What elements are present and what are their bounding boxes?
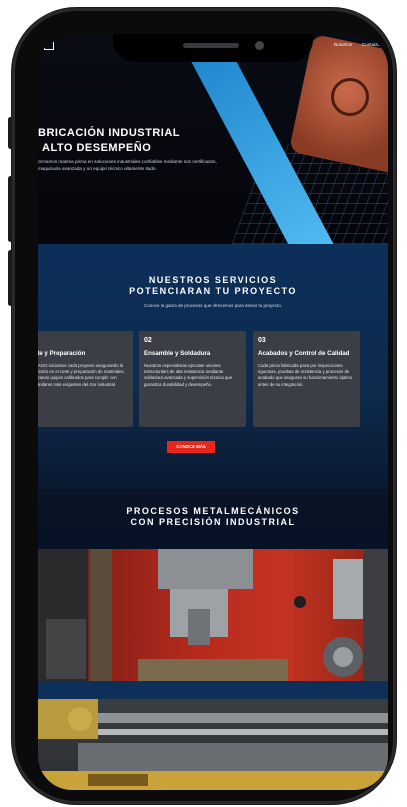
service-card-ensamble: 02 Ensamble y Soldadura Nuestros especia… xyxy=(139,331,246,427)
service-card-corte: 1 orte y Preparación TICAGO iniciamos ca… xyxy=(38,331,133,427)
procesos-section: PROCESOS METALMECÁNICOS CON PRECISIÓN IN… xyxy=(38,489,388,549)
hero-title-line2: ALTO DESEMPEÑO xyxy=(42,142,152,154)
card-number: 02 xyxy=(144,337,152,344)
hero-engraved-logo xyxy=(331,78,369,116)
card-text: Cada pieza fabricada pasa por inspeccion… xyxy=(258,363,353,387)
procesos-title-line2: CON PRECISIÓN INDUSTRIAL xyxy=(130,517,296,527)
card-title: orte y Preparación xyxy=(38,350,86,357)
phone-screen: Nosotros Contacto BRICACIÓN INDUSTRIAL A… xyxy=(38,34,388,790)
card-number: 1 xyxy=(38,337,128,344)
front-camera xyxy=(255,41,264,50)
milling-machine-illustration xyxy=(38,549,388,681)
card-number: 03 xyxy=(258,337,266,344)
conoce-mas-button[interactable]: CONOCE MÁS xyxy=(167,441,215,453)
lathe-machine-photo xyxy=(38,699,388,790)
service-card-acabados: 03 Acabados y Control de Calidad Cada pi… xyxy=(253,331,360,427)
card-title: Ensamble y Soldadura xyxy=(144,350,211,357)
phone-notch xyxy=(113,34,313,62)
card-text: Nuestros especialistas ejecutan uniones … xyxy=(144,363,233,387)
nav-link-nosotros[interactable]: Nosotros xyxy=(334,42,352,47)
hero-description: ormamos materia prima en soluciones indu… xyxy=(38,159,217,171)
services-subtitle: Conoce la gama de procesos que ofrecemos… xyxy=(143,303,283,308)
milling-machine-photo xyxy=(38,549,388,681)
section-divider xyxy=(38,681,388,699)
services-section: NUESTROS SERVICIOS POTENCIARAN TU PROYEC… xyxy=(38,244,388,489)
nav-link-contacto[interactable]: Contacto xyxy=(362,42,380,47)
top-nav: Nosotros Contacto xyxy=(334,42,380,47)
procesos-title-line1: PROCESOS METALMECÁNICOS xyxy=(126,506,300,516)
speaker-grille xyxy=(183,43,239,48)
home-icon[interactable] xyxy=(44,42,54,50)
card-text: TICAGO iniciamos cada proyecto asegurand… xyxy=(38,363,125,387)
procesos-title: PROCESOS METALMECÁNICOS CON PRECISIÓN IN… xyxy=(38,506,388,528)
hero-title: BRICACIÓN INDUSTRIAL ALTO DESEMPEÑO xyxy=(38,126,208,156)
services-title-line1: NUESTROS SERVICIOS xyxy=(148,275,278,285)
lathe-illustration xyxy=(38,699,388,790)
services-title: NUESTROS SERVICIOS POTENCIARAN TU PROYEC… xyxy=(38,275,388,297)
card-title: Acabados y Control de Calidad xyxy=(258,350,350,357)
services-title-line2: POTENCIARAN TU PROYECTO xyxy=(129,286,297,296)
hero-section: Nosotros Contacto BRICACIÓN INDUSTRIAL A… xyxy=(38,34,388,244)
hero-title-line1: BRICACIÓN INDUSTRIAL xyxy=(38,127,180,139)
